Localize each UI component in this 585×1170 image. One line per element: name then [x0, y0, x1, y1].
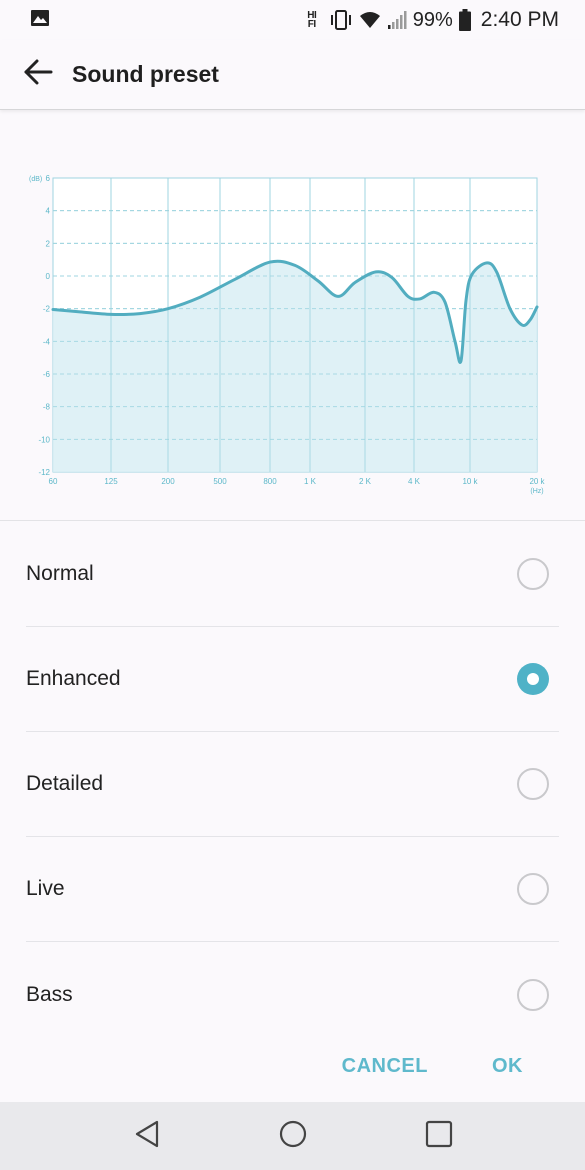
y-tick-label: -10: [38, 435, 50, 444]
x-axis-label: (Hz): [530, 488, 543, 495]
radio-button[interactable]: [517, 558, 549, 590]
gallery-notification-icon: [30, 8, 50, 33]
back-button[interactable]: [20, 57, 56, 93]
battery-icon: [458, 9, 471, 31]
option-label: Live: [26, 877, 65, 900]
nav-back-icon: [132, 1119, 162, 1154]
y-tick-label: -8: [43, 403, 51, 412]
radio-button[interactable]: [517, 978, 549, 1011]
equalizer-chart: 6 4 2 0 -2 -4 -6 -8 -10 -12 (dB) 60 125 200 500 800 1 K 2…: [0, 150, 585, 500]
status-right: HI FI 99% 2:40 PM: [301, 8, 559, 32]
wifi-icon: [359, 10, 381, 30]
y-axis-label: (dB): [29, 176, 42, 183]
option-normal[interactable]: Normal: [26, 522, 559, 627]
x-tick-label: 2 K: [359, 477, 372, 486]
x-tick-label: 500: [213, 477, 227, 486]
x-tick-label: 200: [161, 477, 175, 486]
page-title: Sound preset: [72, 61, 219, 87]
status-bar: HI FI 99% 2:40 PM: [0, 0, 585, 40]
hifi-icon: HI FI: [301, 11, 323, 30]
x-tick-label: 60: [49, 477, 58, 486]
option-label: Bass: [26, 982, 73, 1006]
radio-button[interactable]: [517, 768, 549, 800]
x-tick-label: 10 k: [462, 477, 478, 486]
y-tick-label: -12: [38, 468, 50, 477]
equalizer-chart-svg: 6 4 2 0 -2 -4 -6 -8 -10 -12 (dB) 60 125 200 500 800 1 K 2…: [29, 174, 546, 495]
radio-button-checked[interactable]: [517, 663, 549, 695]
nav-home-button[interactable]: [263, 1106, 323, 1166]
cancel-button[interactable]: CANCEL: [342, 1055, 428, 1078]
nav-back-button[interactable]: [117, 1106, 177, 1166]
option-label: Enhanced: [26, 667, 121, 690]
x-tick-label: 4 K: [408, 477, 421, 486]
preset-options: Normal Enhanced Detailed Live Bass: [0, 522, 585, 1047]
battery-percent: 99%: [412, 8, 453, 31]
y-tick-label: 2: [46, 239, 51, 248]
x-tick-label: 800: [263, 477, 277, 486]
arrow-back-icon: [23, 59, 53, 90]
y-tick-label: 6: [46, 174, 51, 183]
nav-recents-icon: [424, 1119, 454, 1154]
option-enhanced[interactable]: Enhanced: [26, 627, 559, 732]
option-label: Detailed: [26, 772, 104, 795]
status-time: 2:40 PM: [480, 8, 559, 31]
signal-icon: [387, 10, 407, 30]
ok-button[interactable]: OK: [492, 1055, 523, 1078]
radio-button[interactable]: [517, 873, 549, 905]
option-detailed[interactable]: Detailed: [26, 732, 559, 837]
nav-recents-button[interactable]: [409, 1106, 469, 1166]
x-tick-label: 125: [104, 477, 118, 486]
divider: [0, 520, 585, 521]
x-tick-label: 20 k: [529, 477, 545, 486]
navigation-bar: [0, 1102, 585, 1170]
y-tick-label: 4: [46, 207, 51, 216]
dialog-actions: CANCEL OK: [0, 1030, 585, 1102]
vibrate-icon: [329, 9, 353, 31]
y-tick-label: -2: [43, 305, 51, 314]
x-tick-label: 1 K: [304, 477, 317, 486]
option-live[interactable]: Live: [26, 837, 559, 942]
nav-home-icon: [278, 1119, 308, 1154]
y-tick-label: -6: [43, 370, 51, 379]
y-tick-label: -4: [43, 337, 51, 346]
status-left: [30, 8, 50, 33]
y-tick-label: 0: [46, 272, 51, 281]
hifi-bottom: FI: [307, 19, 316, 30]
option-label: Normal: [26, 562, 94, 585]
app-bar: Sound preset: [0, 40, 585, 110]
